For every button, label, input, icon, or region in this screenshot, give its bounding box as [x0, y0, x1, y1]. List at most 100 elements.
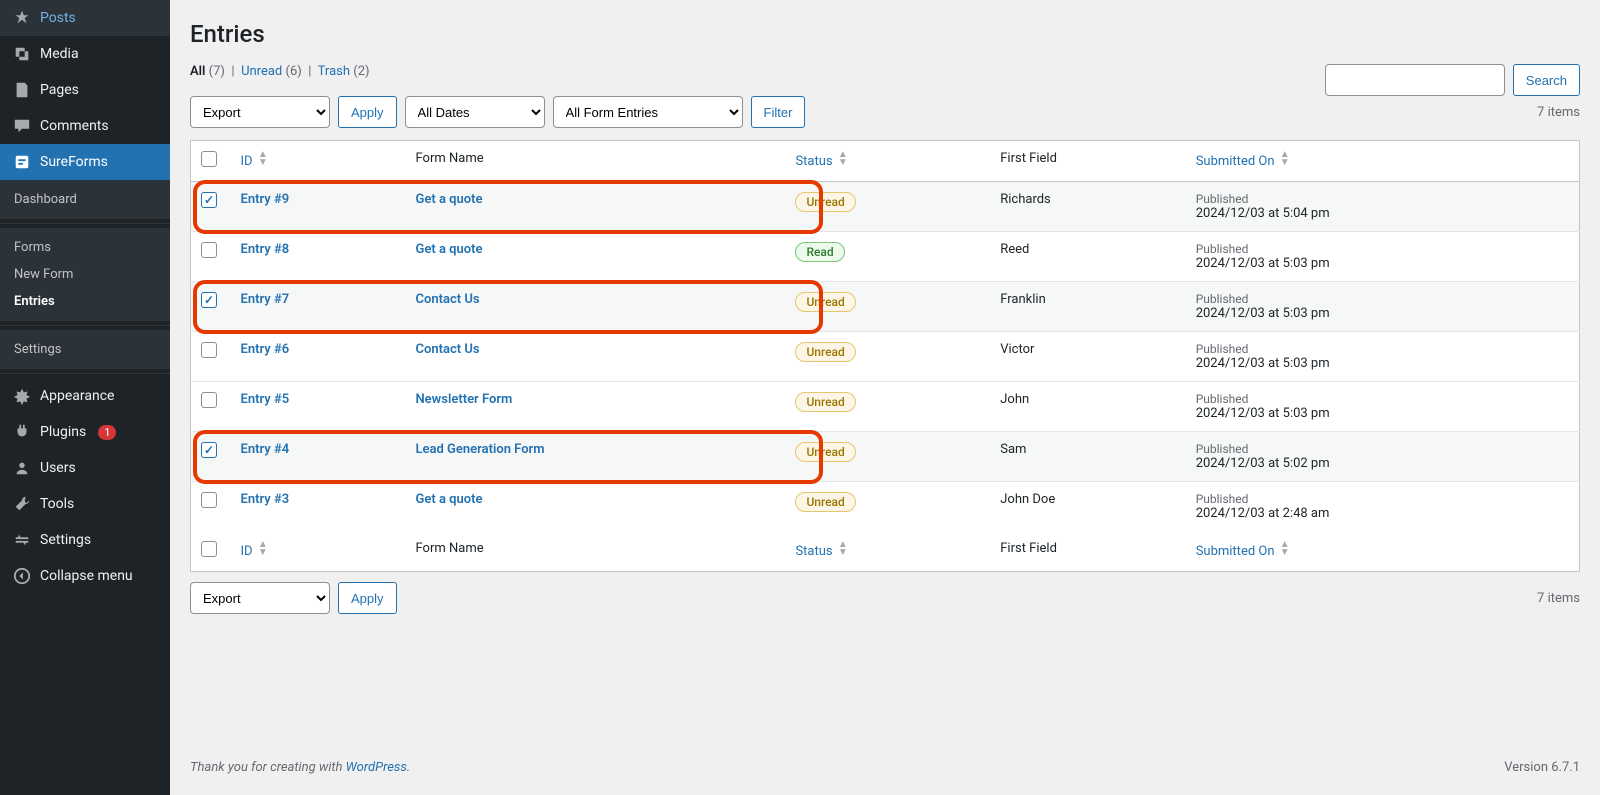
col-id[interactable]: ID ▲▼	[231, 531, 406, 572]
entry-link[interactable]: Entry #3	[241, 492, 290, 507]
row-checkbox[interactable]	[201, 292, 217, 308]
date-value: 2024/12/03 at 2:48 am	[1196, 506, 1569, 521]
date-filter-select[interactable]: All Dates	[405, 96, 545, 128]
filter-button[interactable]: Filter	[751, 96, 806, 128]
sort-icon: ▲▼	[838, 151, 848, 167]
row-checkbox[interactable]	[201, 392, 217, 408]
table-row: Entry #9 Get a quote Unread Richards Pub…	[191, 182, 1580, 232]
sidebar-item-comments[interactable]: Comments	[0, 108, 170, 144]
form-filter-select[interactable]: All Form Entries	[553, 96, 743, 128]
col-submitted[interactable]: Submitted On ▲▼	[1186, 531, 1580, 572]
table-row: Entry #4 Lead Generation Form Unread Sam…	[191, 432, 1580, 482]
view-unread[interactable]: Unread (6)	[241, 64, 302, 79]
sidebar-sub-newform[interactable]: New Form	[0, 261, 170, 288]
sidebar-sub-settings[interactable]: Settings	[0, 336, 170, 363]
form-link[interactable]: Get a quote	[415, 242, 482, 257]
appearance-icon	[12, 386, 32, 406]
sidebar-item-tools[interactable]: Tools	[0, 486, 170, 522]
form-link[interactable]: Contact Us	[415, 292, 479, 307]
search-input[interactable]	[1325, 64, 1505, 96]
view-trash[interactable]: Trash (2)	[318, 64, 370, 79]
sidebar-item-settings[interactable]: Settings	[0, 522, 170, 558]
entry-link[interactable]: Entry #7	[241, 292, 290, 307]
collapse-icon	[12, 566, 32, 586]
sidebar-item-sureforms[interactable]: SureForms	[0, 144, 170, 180]
sidebar-item-label: Users	[40, 460, 76, 476]
row-checkbox[interactable]	[201, 342, 217, 358]
apply-button-bottom[interactable]: Apply	[338, 582, 397, 614]
row-checkbox[interactable]	[201, 492, 217, 508]
status-badge: Unread	[795, 442, 855, 462]
bulk-action-select-bottom[interactable]: Export	[190, 582, 330, 614]
col-first: First Field	[990, 531, 1185, 572]
form-link[interactable]: Get a quote	[415, 192, 482, 207]
sidebar-item-pages[interactable]: Pages	[0, 72, 170, 108]
published-label: Published	[1196, 242, 1569, 256]
footer-version: Version 6.7.1	[1504, 760, 1580, 775]
items-count-bottom: 7 items	[1537, 591, 1580, 606]
sidebar-sub-dashboard[interactable]: Dashboard	[0, 186, 170, 213]
published-label: Published	[1196, 492, 1569, 506]
bulk-action-select[interactable]: Export	[190, 96, 330, 128]
form-link[interactable]: Get a quote	[415, 492, 482, 507]
sidebar-item-appearance[interactable]: Appearance	[0, 378, 170, 414]
entry-link[interactable]: Entry #9	[241, 192, 290, 207]
entry-link[interactable]: Entry #8	[241, 242, 290, 257]
sidebar-item-label: Collapse menu	[40, 568, 133, 584]
col-id[interactable]: ID ▲▼	[231, 141, 406, 182]
sidebar-item-label: Settings	[40, 532, 91, 548]
apply-button[interactable]: Apply	[338, 96, 397, 128]
sidebar-item-label: Plugins	[40, 424, 86, 440]
form-icon	[12, 152, 32, 172]
sort-icon: ▲▼	[258, 541, 268, 557]
sidebar-sub-forms[interactable]: Forms	[0, 234, 170, 261]
col-status[interactable]: Status ▲▼	[785, 531, 990, 572]
plugins-badge: 1	[98, 425, 116, 440]
form-link[interactable]: Lead Generation Form	[415, 442, 544, 457]
page-title: Entries	[190, 20, 1580, 48]
form-link[interactable]: Contact Us	[415, 342, 479, 357]
published-label: Published	[1196, 192, 1569, 206]
row-checkbox[interactable]	[201, 242, 217, 258]
sidebar-item-posts[interactable]: Posts	[0, 0, 170, 36]
status-badge: Unread	[795, 492, 855, 512]
first-field-cell: Richards	[990, 182, 1185, 232]
sidebar-sub-entries[interactable]: Entries	[0, 288, 170, 315]
row-checkbox[interactable]	[201, 192, 217, 208]
tools-icon	[12, 494, 32, 514]
col-first: First Field	[990, 141, 1185, 182]
sort-icon: ▲▼	[838, 541, 848, 557]
sidebar-item-label: Tools	[40, 496, 74, 512]
entry-link[interactable]: Entry #5	[241, 392, 290, 407]
date-value: 2024/12/03 at 5:03 pm	[1196, 356, 1569, 371]
date-value: 2024/12/03 at 5:03 pm	[1196, 256, 1569, 271]
search-button[interactable]: Search	[1513, 64, 1580, 96]
sidebar-item-media[interactable]: Media	[0, 36, 170, 72]
status-badge: Unread	[795, 342, 855, 362]
entry-link[interactable]: Entry #6	[241, 342, 290, 357]
col-submitted[interactable]: Submitted On ▲▼	[1186, 141, 1580, 182]
form-link[interactable]: Newsletter Form	[415, 392, 512, 407]
sidebar-item-collapse[interactable]: Collapse menu	[0, 558, 170, 594]
main-content: Entries All (7) | Unread (6) | Trash (2)…	[170, 0, 1600, 795]
sidebar-item-label: Media	[40, 46, 79, 62]
date-value: 2024/12/03 at 5:02 pm	[1196, 456, 1569, 471]
select-all-checkbox[interactable]	[201, 541, 217, 557]
table-row: Entry #8 Get a quote Read Reed Published…	[191, 232, 1580, 282]
sidebar-item-plugins[interactable]: Plugins 1	[0, 414, 170, 450]
status-badge: Unread	[795, 192, 855, 212]
admin-sidebar: Posts Media Pages Comments SureForms Das…	[0, 0, 170, 795]
col-status[interactable]: Status ▲▼	[785, 141, 990, 182]
first-field-cell: John	[990, 382, 1185, 432]
view-all[interactable]: All (7)	[190, 64, 225, 79]
sidebar-item-label: SureForms	[40, 154, 108, 170]
published-label: Published	[1196, 442, 1569, 456]
select-all-checkbox[interactable]	[201, 151, 217, 167]
sidebar-item-users[interactable]: Users	[0, 450, 170, 486]
date-value: 2024/12/03 at 5:03 pm	[1196, 306, 1569, 321]
row-checkbox[interactable]	[201, 442, 217, 458]
entry-link[interactable]: Entry #4	[241, 442, 290, 457]
first-field-cell: Franklin	[990, 282, 1185, 332]
wordpress-link[interactable]: WordPress	[346, 760, 407, 775]
published-label: Published	[1196, 392, 1569, 406]
